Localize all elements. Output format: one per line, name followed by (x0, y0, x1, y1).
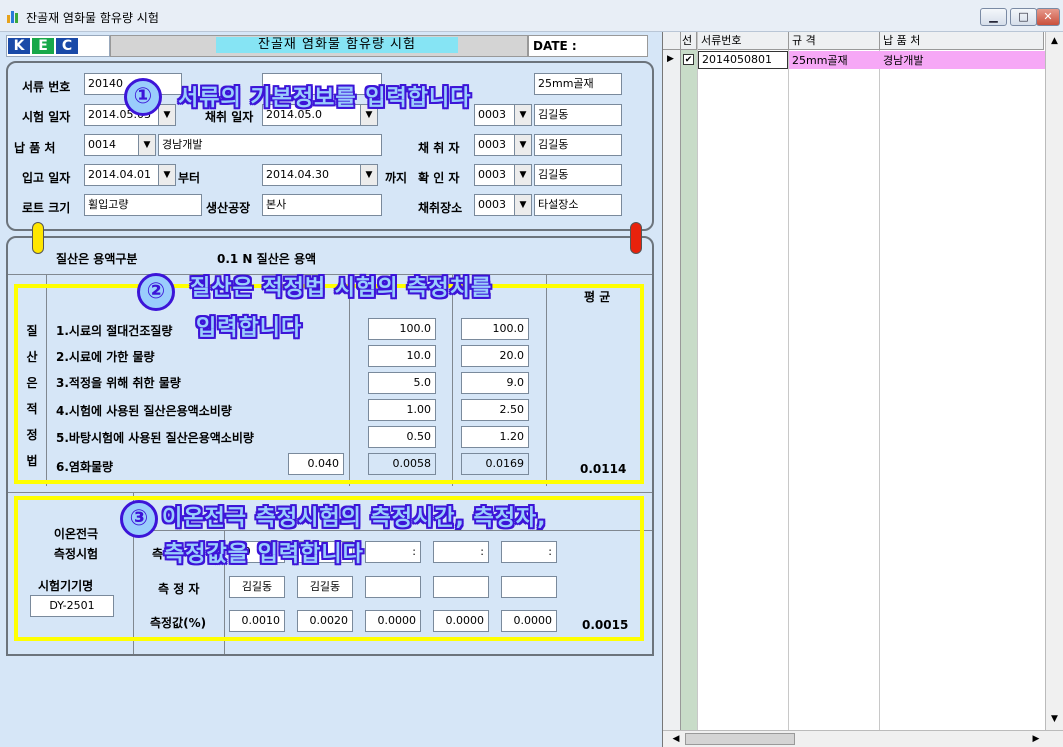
chevron-down-icon[interactable]: ▼ (158, 165, 175, 185)
title-bar: 잔골재 염화물 함유량 시험 ▁ □ ✕ (0, 0, 1063, 32)
chevron-down-icon[interactable]: ▼ (514, 105, 531, 125)
chevron-down-icon[interactable]: ▼ (514, 135, 531, 155)
company-logo: KEC (6, 35, 110, 57)
annotation-2-line2: 입력합니다 (196, 316, 303, 341)
lot-label: 로트 크기 (22, 201, 71, 215)
logo-letter-k: K (8, 38, 30, 54)
to-label: 까지 (385, 171, 408, 185)
annotation-3-line1: 이온전극 측정시험의 측정시간, 측정자, (162, 506, 547, 531)
supplier-code: 0014 (88, 138, 116, 151)
date-display: DATE : 2014.05.08 (528, 35, 648, 73)
plant-input[interactable]: 본사 (262, 194, 382, 216)
highlight-box-2 (14, 284, 644, 484)
divider (8, 492, 652, 493)
place-name-input[interactable]: 타설장소 (534, 194, 622, 216)
app-icon (6, 9, 20, 23)
annotation-1: 서류의 기본정보를 입력합니다 (178, 86, 472, 111)
scroll-thumb[interactable] (685, 733, 795, 745)
column-header-supplier[interactable]: 납 품 처 (880, 32, 1044, 50)
place-code-select[interactable]: 0003 ▼ (474, 194, 532, 216)
chevron-down-icon[interactable]: ▼ (514, 165, 531, 185)
spec-input[interactable]: 25mm골재 (534, 73, 622, 95)
table-row[interactable]: ▶ ✔ 2014050801 25mm골재 경남개발 (663, 51, 1045, 69)
window-title: 잔골재 염화물 함유량 시험 (26, 11, 159, 25)
in-date-from: 2014.04.01 (88, 168, 151, 181)
collector-code-select[interactable]: 0003 ▼ (474, 134, 532, 156)
grid-line (788, 32, 789, 730)
in-date-to: 2014.04.30 (266, 168, 329, 181)
in-date-from-picker[interactable]: 2014.04.01 ▼ (84, 164, 176, 186)
row-supplier[interactable]: 경남개발 (883, 52, 923, 68)
scroll-down-arrow-icon[interactable]: ▼ (1046, 710, 1063, 728)
collector-code: 0003 (478, 138, 506, 151)
step-2-marker: ② (137, 273, 175, 311)
logo-letter-e: E (32, 38, 54, 54)
column-header-spec[interactable]: 규 격 (789, 32, 880, 50)
status-indicator-red (630, 222, 642, 254)
chevron-down-icon[interactable]: ▼ (360, 165, 377, 185)
current-row-icon: ▶ (667, 54, 674, 64)
annotation-3-line2: 측정값을 입력합니다 (164, 542, 364, 567)
form-title: 잔골재 염화물 함유량 시험 (216, 37, 458, 53)
place-code: 0003 (478, 198, 506, 211)
grid-line (697, 32, 698, 730)
maximize-button[interactable]: □ (1010, 8, 1037, 26)
chevron-down-icon[interactable]: ▼ (138, 135, 155, 155)
checker-label: 확 인 자 (418, 171, 460, 185)
corner-header (663, 32, 681, 50)
logo-letter-c: C (56, 38, 78, 54)
chevron-down-icon[interactable]: ▼ (158, 105, 175, 125)
tester-name-input[interactable]: 김길동 (534, 104, 622, 126)
supplier-code-select[interactable]: 0014 ▼ (84, 134, 156, 156)
step-3-marker: ③ (120, 500, 158, 538)
collector-name-input[interactable]: 김길동 (534, 134, 622, 156)
supplier-name-input[interactable]: 경남개발 (158, 134, 382, 156)
annotation-2-line1: 질산은 적정법 시험의 측정치를 (190, 276, 493, 301)
solution-value: 0.1 N 질산은 용액 (217, 252, 317, 266)
collector-label: 채 취 자 (418, 141, 460, 155)
column-header-select[interactable]: 선 (681, 32, 697, 50)
column-header-doc-no[interactable]: 서류번호 (698, 32, 789, 50)
minimize-button[interactable]: ▁ (980, 8, 1007, 26)
row-doc-no[interactable]: 2014050801 (698, 51, 788, 69)
solution-label: 질산은 용액구분 (56, 252, 138, 266)
place-label: 채취장소 (418, 201, 463, 215)
lot-input[interactable]: 휠입고량 (84, 194, 202, 216)
in-date-label: 입고 일자 (22, 171, 71, 185)
plant-label: 생산공장 (206, 201, 251, 215)
records-grid[interactable]: 선 서류번호 규 격 납 품 처 ▶ ✔ 2014050801 25mm골재 경… (662, 32, 1063, 747)
scroll-up-arrow-icon[interactable]: ▲ (1046, 32, 1063, 50)
supplier-label: 납 품 처 (14, 141, 56, 155)
vertical-scrollbar[interactable]: ▲ ▼ (1045, 32, 1063, 730)
in-date-to-picker[interactable]: 2014.04.30 ▼ (262, 164, 378, 186)
checker-name-input[interactable]: 김길동 (534, 164, 622, 186)
close-button[interactable]: ✕ (1036, 8, 1060, 26)
status-indicator-yellow (32, 222, 44, 254)
checker-code: 0003 (478, 168, 506, 181)
test-date-label: 시험 일자 (22, 110, 71, 124)
from-label: 부터 (178, 171, 201, 185)
tester-code-select[interactable]: 0003 ▼ (474, 104, 532, 126)
horizontal-scrollbar[interactable]: ◀ ▶ (663, 730, 1063, 747)
tester-code: 0003 (478, 108, 506, 121)
row-checkbox[interactable]: ✔ (683, 54, 694, 65)
row-spec[interactable]: 25mm골재 (792, 52, 848, 68)
check-column-bg (681, 50, 697, 730)
scroll-left-arrow-icon[interactable]: ◀ (669, 731, 683, 747)
scroll-right-arrow-icon[interactable]: ▶ (1029, 731, 1043, 747)
grid-line (879, 32, 880, 730)
step-1-marker: ① (124, 78, 162, 116)
chevron-down-icon[interactable]: ▼ (514, 195, 531, 215)
row-selector-column (663, 32, 681, 747)
doc-no-label: 서류 번호 (22, 80, 71, 94)
checker-code-select[interactable]: 0003 ▼ (474, 164, 532, 186)
